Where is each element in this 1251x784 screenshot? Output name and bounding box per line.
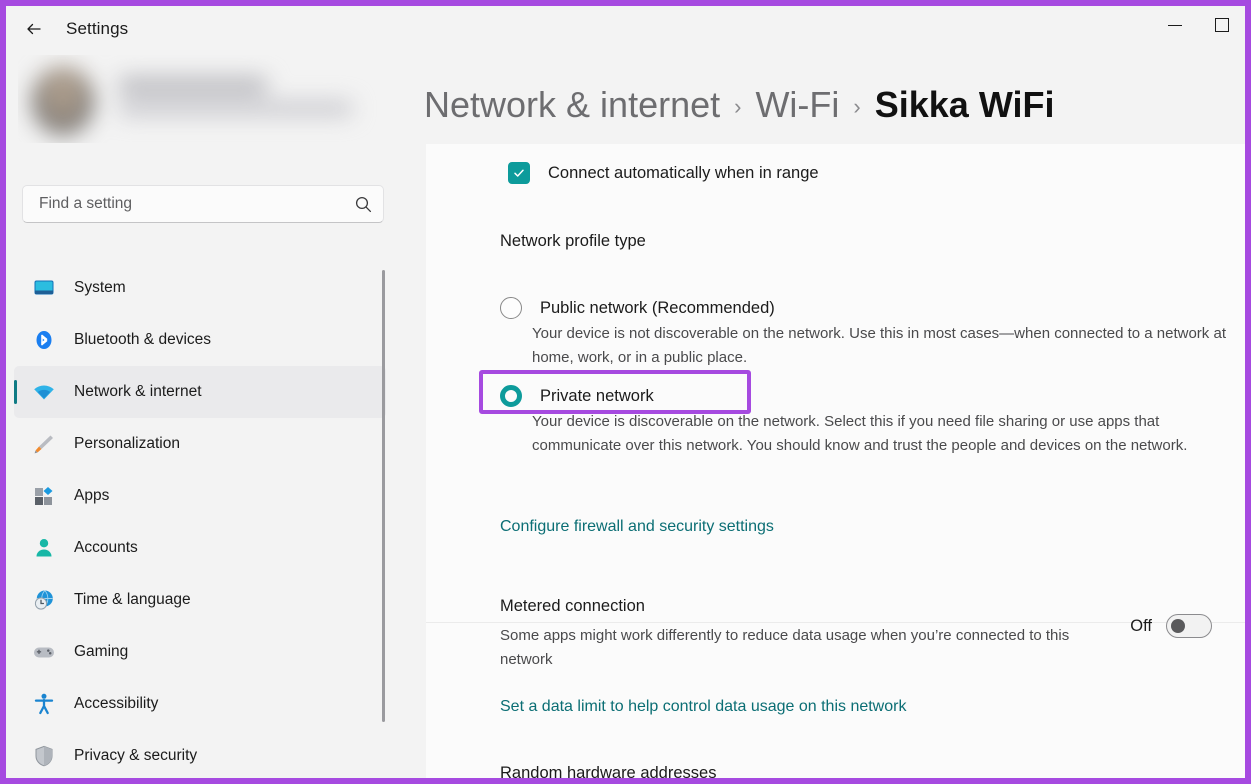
metered-toggle-state: Off [1130,616,1152,635]
configure-firewall-link[interactable]: Configure firewall and security settings [500,518,774,536]
sidebar-item-label: Personalization [74,435,180,452]
sidebar-item-label: Bluetooth & devices [74,331,212,348]
gamepad-icon [22,640,66,664]
sidebar-item-label: Accounts [74,539,138,556]
public-network-radio[interactable] [500,297,522,319]
chevron-right-icon: › [853,94,861,119]
title-bar: Settings [6,6,1245,52]
maximize-button[interactable] [1198,6,1245,44]
metered-connection-description: Some apps might work differently to redu… [500,627,1070,668]
settings-window: Settings Find a setting System Bluetooth… [0,0,1251,784]
auto-connect-row[interactable]: Connect automatically when in range [508,162,819,184]
sidebar-nav: System Bluetooth & devices Network & int… [6,262,420,778]
breadcrumb-current-network: Sikka WiFi [874,84,1055,125]
breadcrumb-network-internet[interactable]: Network & internet [424,84,720,126]
sidebar-item-label: Apps [74,487,110,504]
sidebar-item-label: Accessibility [74,695,159,712]
avatar [32,67,94,135]
breadcrumb-wifi[interactable]: Wi-Fi [755,84,839,126]
search-icon [343,195,383,214]
sidebar-item-accessibility[interactable]: Accessibility [14,678,386,730]
main-content: Network & internet › Wi-Fi › Sikka WiFi … [420,52,1245,782]
sidebar-item-label: System [74,279,126,296]
sidebar-item-label: Network & internet [74,383,202,400]
private-network-radio[interactable] [500,385,522,407]
back-arrow-icon [24,19,44,39]
public-network-option[interactable]: Public network (Recommended) [500,297,775,319]
sidebar-item-accounts[interactable]: Accounts [14,522,386,574]
set-data-limit-link[interactable]: Set a data limit to help control data us… [500,698,906,716]
public-network-label: Public network (Recommended) [540,298,775,317]
auto-connect-checkbox[interactable] [508,162,530,184]
private-network-option[interactable]: Private network [500,385,654,407]
sidebar-item-privacy-security[interactable]: Privacy & security [14,730,386,778]
sidebar-item-system[interactable]: System [14,262,386,314]
person-icon [22,536,66,560]
globe-clock-icon [22,588,66,612]
metered-connection-heading: Metered connection [500,597,645,615]
sidebar-item-label: Gaming [74,643,129,660]
private-network-label: Private network [540,386,654,405]
monitor-icon [22,276,66,300]
back-button[interactable] [14,13,54,45]
sidebar-item-gaming[interactable]: Gaming [14,626,386,678]
public-network-description: Your device is not discoverable on the n… [532,325,1226,366]
breadcrumb: Network & internet › Wi-Fi › Sikka WiFi [420,68,1054,142]
chevron-right-icon: › [734,94,742,119]
accessibility-person-icon [22,692,66,716]
minimize-icon [1167,24,1182,26]
sidebar-scrollbar[interactable] [382,270,385,722]
window-controls [1151,6,1245,52]
apps-grid-icon [22,484,66,508]
network-profile-card [426,144,1245,622]
profile-email-redacted [118,101,353,116]
network-profile-type-heading: Network profile type [500,232,646,250]
minimize-button[interactable] [1151,6,1198,44]
metered-toggle-group: Off [1130,614,1212,638]
shield-icon [22,744,66,768]
private-network-description: Your device is discoverable on the netwo… [532,413,1188,454]
sidebar-item-label: Time & language [74,591,191,608]
user-profile-card[interactable] [18,55,378,143]
search-input[interactable] [23,195,343,213]
paintbrush-icon [22,432,66,456]
bluetooth-icon [22,328,66,352]
sidebar-item-apps[interactable]: Apps [14,470,386,522]
sidebar: System Bluetooth & devices [6,52,420,778]
blurred-profile-content [18,55,378,143]
maximize-icon [1214,18,1229,32]
sidebar-item-personalization[interactable]: Personalization [14,418,386,470]
metered-connection-toggle[interactable] [1166,614,1212,638]
wifi-icon [22,380,66,404]
sidebar-item-bluetooth-devices[interactable]: Bluetooth & devices [14,314,386,366]
next-section-heading-partial: Random hardware addresses [500,764,717,782]
toggle-knob [1171,619,1185,633]
app-title: Settings [66,19,129,38]
sidebar-item-label: Privacy & security [74,747,198,764]
sidebar-item-network-internet[interactable]: Network & internet [14,366,386,418]
search-box[interactable] [22,185,384,223]
profile-name-redacted [118,77,268,94]
auto-connect-label: Connect automatically when in range [548,163,819,182]
sidebar-item-time-language[interactable]: Time & language [14,574,386,626]
